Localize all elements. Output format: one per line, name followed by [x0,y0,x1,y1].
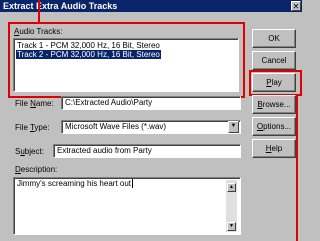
audio-tracks-label: Audio Tracks: [14,27,63,36]
subject-field[interactable]: Extracted audio from Party [53,144,241,158]
annotation-line-top [38,0,40,23]
browse-button[interactable]: Browse... [252,95,296,114]
description-textarea[interactable]: Jimmy's screaming his heart out [13,177,241,235]
list-item[interactable]: Track 1 - PCM 32,000 Hz, 16 Bit, Stereo [16,41,161,50]
subject-label: Subject: [15,147,44,156]
play-button[interactable]: Play [252,73,296,92]
chevron-down-icon[interactable]: ▼ [228,121,239,133]
close-button[interactable]: ✕ [291,1,301,11]
options-button[interactable]: Options... [252,117,296,136]
help-button[interactable]: Help [252,139,296,158]
scroll-up-icon[interactable]: ▲ [227,183,236,192]
file-name-field[interactable]: C:\Extracted Audio\Party [61,96,241,110]
window-title: Extract Extra Audio Tracks [3,1,118,11]
annotation-line-side [296,94,298,241]
list-item[interactable]: Track 2 - PCM 32,000 Hz, 16 Bit, Stereo [16,50,161,59]
cancel-button[interactable]: Cancel [252,51,296,70]
file-name-label: File Name: [15,99,54,108]
description-label: Description: [15,165,58,174]
audio-tracks-listbox[interactable]: Track 1 - PCM 32,000 Hz, 16 Bit, Stereo … [13,38,239,92]
scroll-down-icon[interactable]: ▼ [227,222,236,231]
ok-button[interactable]: OK [252,29,296,48]
close-icon: ✕ [292,2,300,11]
file-type-select[interactable]: Microsoft Wave Files (*.wav) [61,120,241,134]
file-type-label: File Type: [15,123,50,132]
